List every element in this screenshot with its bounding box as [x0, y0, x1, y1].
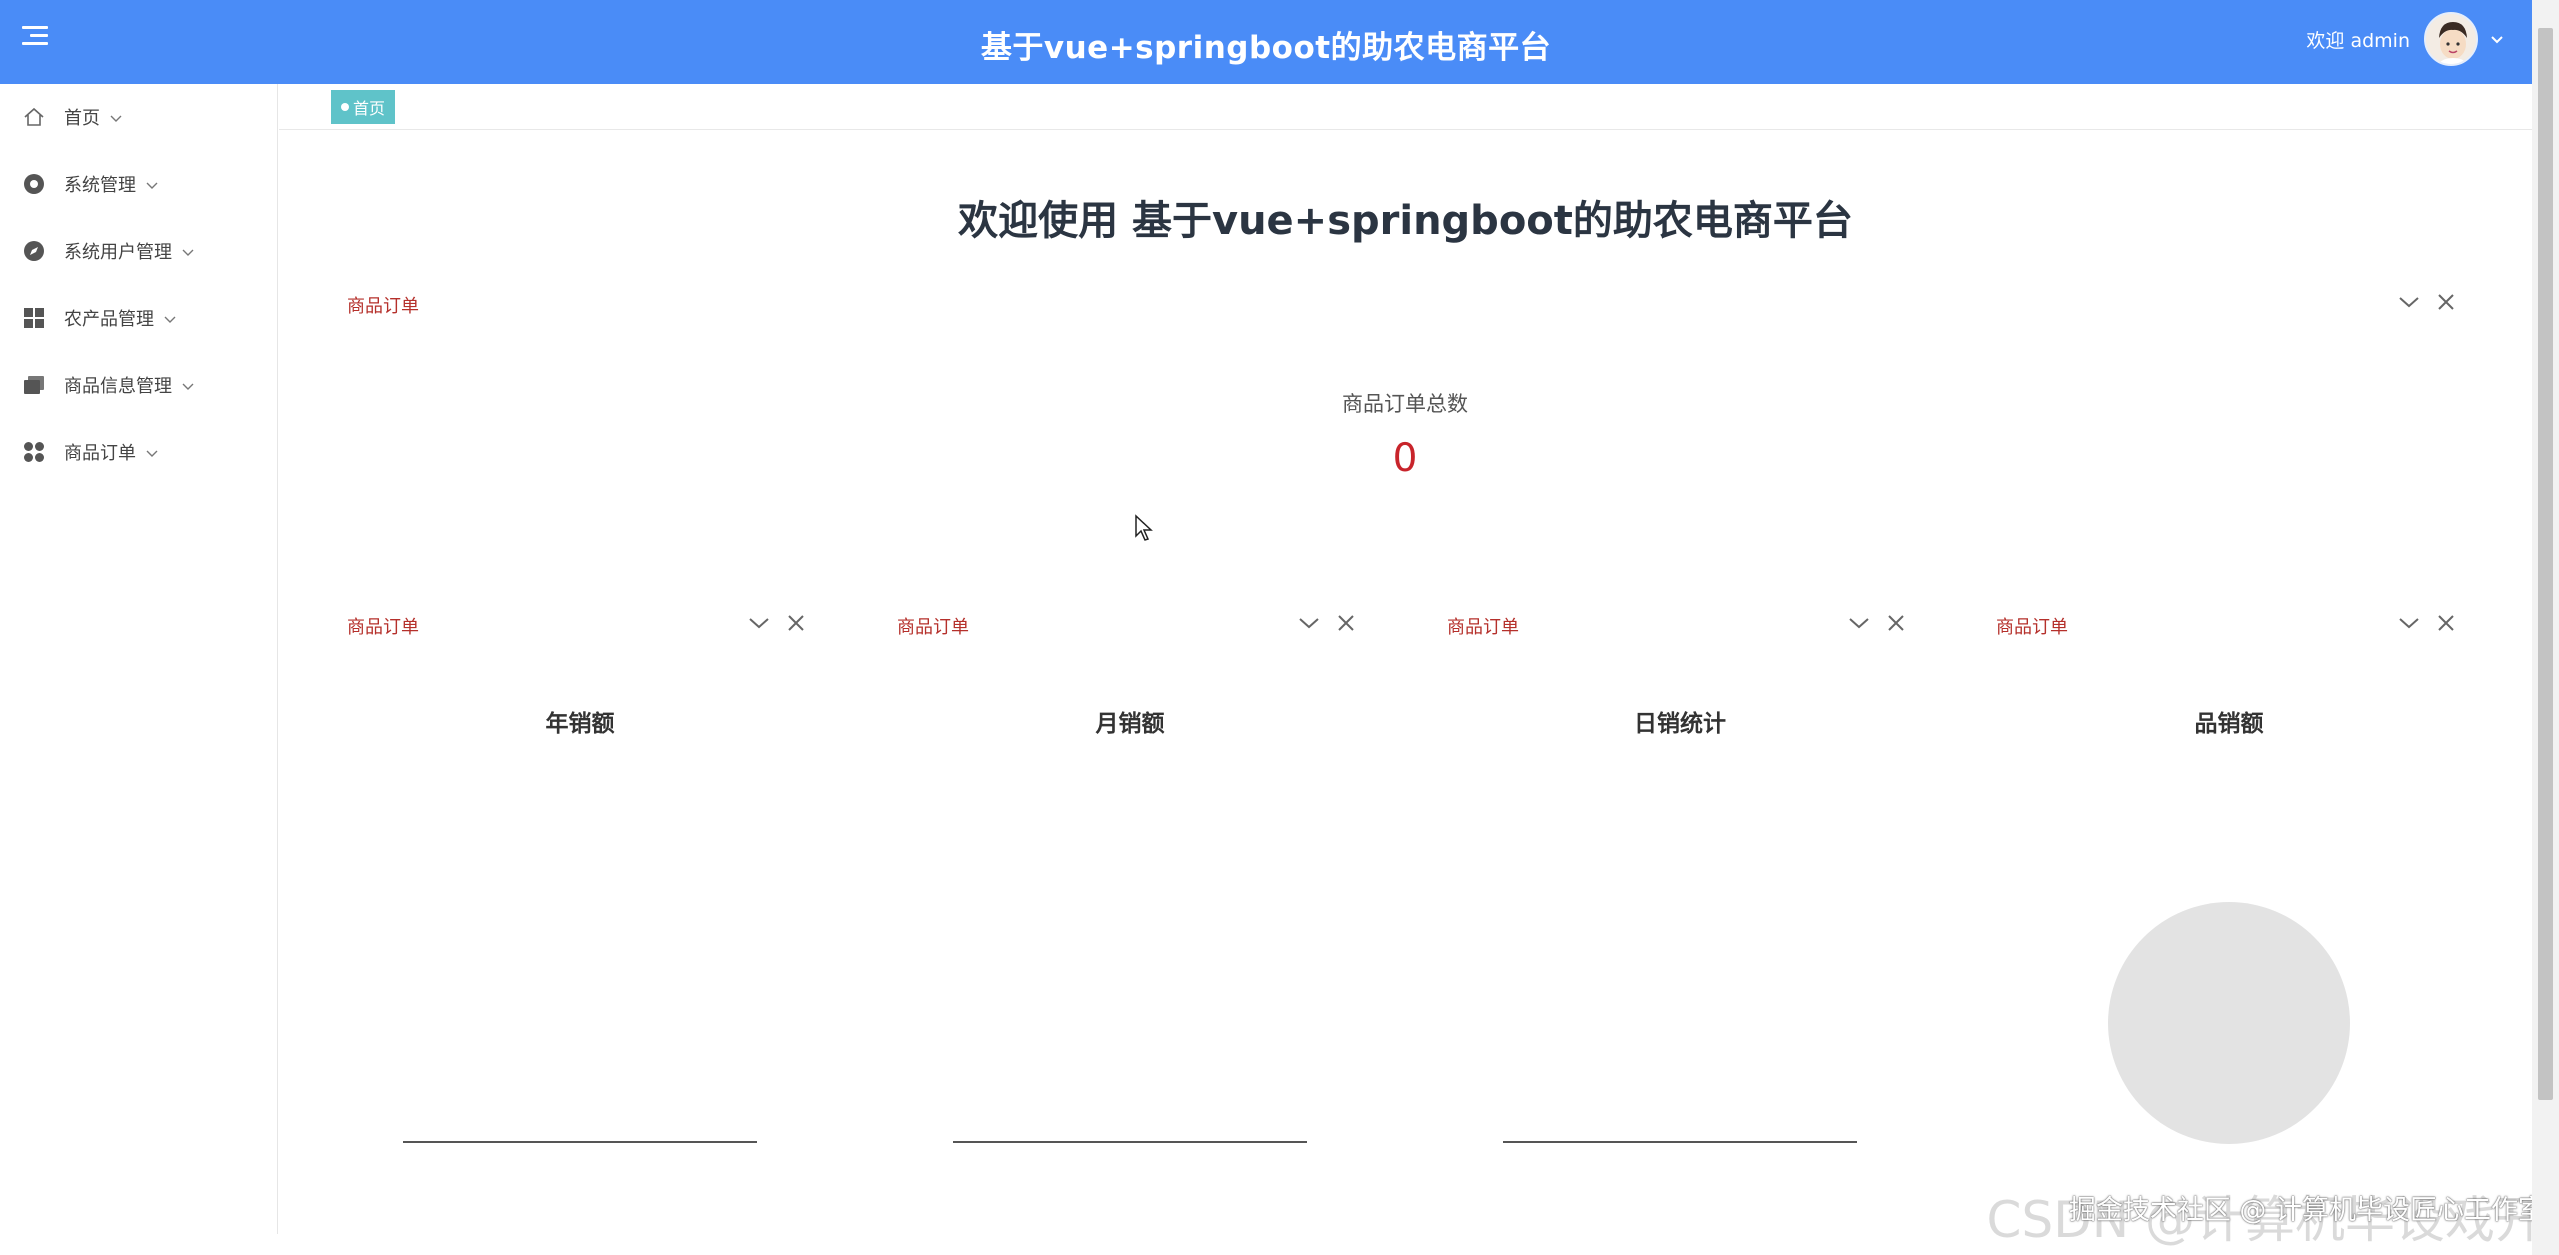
chart-card-label: 商品订单 [1447, 617, 1519, 638]
sidebar-item-label: 商品信息管理 [64, 376, 172, 397]
tags-view: 首页 [279, 84, 2532, 130]
tag-home[interactable]: 首页 [331, 90, 396, 124]
chart-x-axis [953, 1141, 1307, 1143]
sidebar-item-label: 系统用户管理 [64, 242, 172, 263]
sidebar-item-goods-info[interactable]: 商品信息管理 [22, 370, 194, 400]
close-icon[interactable] [2436, 613, 2456, 633]
chevron-down-icon [182, 375, 194, 396]
chevron-down-icon [164, 308, 176, 329]
chevron-down-icon[interactable] [2398, 613, 2420, 633]
close-icon[interactable] [1336, 613, 1356, 633]
chart-card-controls [1298, 613, 1356, 633]
chevron-down-icon[interactable] [748, 613, 770, 633]
chart-x-axis [403, 1141, 757, 1143]
sidebar: 首页 系统管理 系统用户管理 农产品管理 商品信息管理 商品订单 [0, 84, 278, 1234]
close-icon[interactable] [1886, 613, 1906, 633]
sidebar-item-system-users[interactable]: 系统用户管理 [22, 236, 194, 266]
chevron-down-icon[interactable] [2490, 28, 2504, 50]
sidebar-item-products[interactable]: 农产品管理 [22, 303, 176, 333]
scrollbar-thumb[interactable] [2538, 28, 2553, 1100]
chart-title-category: 品销额 [2194, 711, 2264, 737]
close-icon[interactable] [786, 613, 806, 633]
total-orders-title: 商品订单总数 [1342, 392, 1468, 416]
chart-card-controls [2398, 613, 2456, 633]
chart-title-yearly: 年销额 [545, 711, 615, 737]
sidebar-item-label: 商品订单 [64, 443, 136, 464]
total-card-controls [2398, 292, 2456, 312]
tag-label: 首页 [353, 99, 386, 118]
chart-title-daily: 日销统计 [1634, 711, 1726, 737]
chevron-down-icon [146, 174, 158, 195]
folders-icon [22, 373, 46, 397]
mouse-cursor-icon [1134, 514, 1154, 546]
watermark: 掘金技术社区 @ 计算机毕设匠心工作室 [2068, 1195, 2545, 1226]
app-title: 基于vue+springboot的助农电商平台 [980, 30, 1552, 66]
chart-card-label: 商品订单 [347, 617, 419, 638]
avatar[interactable] [2424, 12, 2478, 66]
chart-card-controls [1848, 613, 1906, 633]
chevron-down-icon [146, 442, 158, 463]
settings-circle-icon [22, 172, 46, 196]
sidebar-item-home[interactable]: 首页 [22, 102, 122, 132]
compass-icon [22, 239, 46, 263]
chevron-down-icon[interactable] [1848, 613, 1870, 633]
chevron-down-icon[interactable] [1298, 613, 1320, 633]
active-dot-icon [341, 103, 349, 111]
close-icon[interactable] [2436, 292, 2456, 312]
grid-icon [22, 306, 46, 330]
total-card-label: 商品订单 [347, 296, 419, 317]
chart-card-label: 商品订单 [897, 617, 969, 638]
apps-icon [22, 440, 46, 464]
home-icon [22, 105, 46, 129]
sidebar-item-label: 农产品管理 [64, 309, 154, 330]
top-header: 基于vue+springboot的助农电商平台 欢迎 admin [0, 0, 2532, 84]
chevron-down-icon [110, 107, 122, 128]
total-orders-value: 0 [1392, 436, 1418, 481]
chart-card-label: 商品订单 [1996, 617, 2068, 638]
empty-pie-chart [2108, 902, 2350, 1144]
sidebar-item-label: 首页 [64, 108, 100, 129]
chart-card-controls [748, 613, 806, 633]
sidebar-item-system[interactable]: 系统管理 [22, 169, 158, 199]
chart-title-monthly: 月销额 [1095, 711, 1165, 737]
page-scrollbar[interactable] [2532, 0, 2559, 1255]
chart-x-axis [1503, 1141, 1857, 1143]
sidebar-item-label: 系统管理 [64, 175, 136, 196]
user-menu[interactable]: 欢迎 admin [2306, 12, 2504, 66]
welcome-title: 欢迎使用 基于vue+springboot的助农电商平台 [958, 198, 1853, 244]
user-greeting: 欢迎 admin [2306, 29, 2410, 52]
sidebar-item-orders[interactable]: 商品订单 [22, 437, 158, 467]
chevron-down-icon[interactable] [2398, 292, 2420, 312]
chevron-down-icon [182, 241, 194, 262]
